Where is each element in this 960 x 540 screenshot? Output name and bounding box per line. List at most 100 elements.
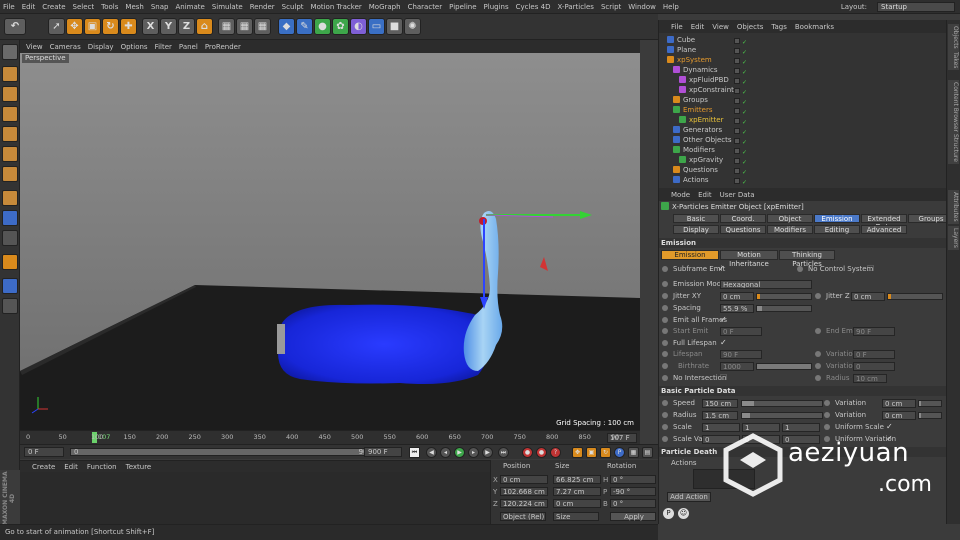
select-tool-button[interactable]: ➚ — [48, 18, 65, 35]
snap-button[interactable] — [2, 230, 18, 246]
menu-snap[interactable]: Snap — [151, 3, 169, 11]
workplane-mode-button[interactable] — [2, 106, 18, 122]
rotate-tool-button[interactable]: ↻ — [102, 18, 119, 35]
tab-questions[interactable]: Questions — [720, 225, 766, 234]
recent-tool-button[interactable]: ✚ — [120, 18, 137, 35]
object-visibility-toggles[interactable]: ✓ — [734, 57, 752, 66]
end-emit-field[interactable]: 90 F — [853, 327, 895, 336]
jitter-xy-field[interactable]: 0 cm — [720, 292, 754, 301]
menu-simulate[interactable]: Simulate — [212, 3, 243, 11]
range-slider[interactable]: 0 900 — [70, 448, 376, 456]
menu-window[interactable]: Window — [628, 3, 656, 11]
subtab-motion-inheritance[interactable]: Motion Inheritance — [720, 250, 778, 268]
lifespan-variation-field[interactable]: 0 F — [853, 350, 895, 359]
full-lifespan-checkbox[interactable]: ✓ — [720, 338, 727, 348]
start-emit-field[interactable]: 0 F — [720, 327, 762, 336]
tab-advanced[interactable]: Advanced — [861, 225, 907, 234]
render-settings-button[interactable]: ▦ — [254, 18, 271, 35]
object-row-plane[interactable]: Plane ✓ — [659, 45, 947, 56]
texture-mode-button[interactable] — [2, 86, 18, 102]
go-to-start-button[interactable]: ⏮ — [409, 447, 420, 458]
render-view-button[interactable]: ▦ — [218, 18, 235, 35]
tab-basic[interactable]: Basic — [673, 214, 719, 223]
edges-mode-button[interactable] — [2, 146, 18, 162]
menu-animate[interactable]: Animate — [175, 3, 204, 11]
pla-key-button[interactable]: ▦ — [628, 447, 639, 458]
viewport-menu-options[interactable]: Options — [121, 43, 148, 51]
jitter-z-field[interactable]: 0 cm — [851, 292, 885, 301]
object-row-actions[interactable]: Actions ✓ — [659, 175, 947, 186]
object-row-xpgravity[interactable]: xpGravity ✓ — [659, 155, 947, 166]
coordinate-system-button[interactable]: ⌂ — [196, 18, 213, 35]
tab-modifiers[interactable]: Modifiers — [767, 225, 813, 234]
object-visibility-toggles[interactable]: ✓ — [734, 37, 752, 46]
coord-apply-button[interactable]: Apply — [610, 512, 656, 521]
attribute-menu-mode[interactable]: Mode — [671, 191, 690, 199]
menu-script[interactable]: Script — [601, 3, 621, 11]
scale-key-button[interactable]: ▣ — [586, 447, 597, 458]
material-manager[interactable] — [20, 472, 490, 524]
object-visibility-toggles[interactable]: ✓ — [734, 47, 752, 56]
polygons-mode-button[interactable] — [2, 166, 18, 182]
lifespan-field[interactable]: 90 F — [720, 350, 762, 359]
tab-extended-data[interactable]: Extended Data — [861, 214, 907, 231]
coord-size-mode-dropdown[interactable]: Size — [553, 512, 599, 521]
viewport-menu-cameras[interactable]: Cameras — [50, 43, 81, 51]
no-intersection-checkbox[interactable]: ☐ — [720, 373, 727, 383]
menu-pipeline[interactable]: Pipeline — [449, 3, 476, 11]
rotation-key-button[interactable]: ↻ — [600, 447, 611, 458]
spacing-slider[interactable] — [756, 305, 812, 312]
material-menu-texture[interactable]: Texture — [126, 463, 152, 471]
position-key-button[interactable]: ✥ — [572, 447, 583, 458]
material-menu-edit[interactable]: Edit — [64, 463, 78, 471]
tab-emission[interactable]: Emission — [814, 214, 860, 223]
layout-dropdown[interactable]: Startup — [877, 2, 955, 12]
menu-render[interactable]: Render — [250, 3, 275, 11]
object-menu-view[interactable]: View — [712, 23, 729, 31]
particle-radius-field[interactable]: 1.5 cm — [702, 411, 738, 420]
side-tab-takes[interactable]: Takes — [948, 50, 959, 71]
radius-variation-field[interactable]: 0 cm — [882, 411, 916, 420]
viewport-menu-filter[interactable]: Filter — [155, 43, 172, 51]
light-button[interactable]: ✺ — [404, 18, 421, 35]
object-visibility-toggles[interactable]: ✓ — [734, 107, 752, 116]
menu-edit[interactable]: Edit — [22, 3, 36, 11]
object-menu-file[interactable]: File — [671, 23, 683, 31]
coord-mode-dropdown[interactable]: Object (Rel) — [500, 512, 546, 521]
radius-variation-slider[interactable] — [918, 412, 942, 419]
material-menu-create[interactable]: Create — [32, 463, 55, 471]
speed-field[interactable]: 150 cm — [702, 399, 738, 408]
camera-button[interactable]: ■ — [386, 18, 403, 35]
array-button[interactable]: ✿ — [332, 18, 349, 35]
tab-display[interactable]: Display — [673, 225, 719, 234]
tweak-mode-button[interactable] — [2, 210, 18, 226]
birthrate-slider[interactable] — [756, 363, 812, 370]
object-visibility-toggles[interactable]: ✓ — [734, 177, 752, 186]
side-tab-layers[interactable]: Layers — [948, 226, 959, 250]
object-visibility-toggles[interactable]: ✓ — [734, 77, 752, 86]
jitter-xy-slider[interactable] — [756, 293, 812, 300]
menu-mograph[interactable]: MoGraph — [369, 3, 401, 11]
end-frame-field[interactable]: 900 F — [364, 447, 402, 457]
coord-p-rotation[interactable]: -90 ° — [610, 487, 656, 496]
object-visibility-toggles[interactable]: ✓ — [734, 137, 752, 146]
viewport-menu-view[interactable]: View — [26, 43, 43, 51]
record-button[interactable]: ● — [522, 447, 533, 458]
go-to-end-button[interactable]: ⏭ — [498, 447, 509, 458]
object-row-groups[interactable]: Groups ✓ — [659, 95, 947, 106]
object-row-other-objects[interactable]: Other Objects ✓ — [659, 135, 947, 146]
tab-coord-[interactable]: Coord. — [720, 214, 766, 223]
coord-y-position[interactable]: 102.668 cm — [500, 487, 548, 496]
emit-all-frames-checkbox[interactable]: ✓ — [720, 315, 727, 325]
xp-help-icon[interactable]: P — [663, 508, 674, 519]
undo-button[interactable]: ↶ — [4, 18, 26, 35]
keyframe-selection-button[interactable]: ? — [550, 447, 561, 458]
menu-sculpt[interactable]: Sculpt — [282, 3, 304, 11]
radius-field[interactable]: 10 cm — [853, 374, 887, 383]
scale-tool-button[interactable]: ▣ — [84, 18, 101, 35]
object-visibility-toggles[interactable]: ✓ — [734, 97, 752, 106]
prev-key-button[interactable]: ◀ — [426, 447, 437, 458]
menu-cycles-4d[interactable]: Cycles 4D — [516, 3, 551, 11]
viewport-menu-panel[interactable]: Panel — [179, 43, 198, 51]
xp-info-icon[interactable]: ☺ — [678, 508, 689, 519]
